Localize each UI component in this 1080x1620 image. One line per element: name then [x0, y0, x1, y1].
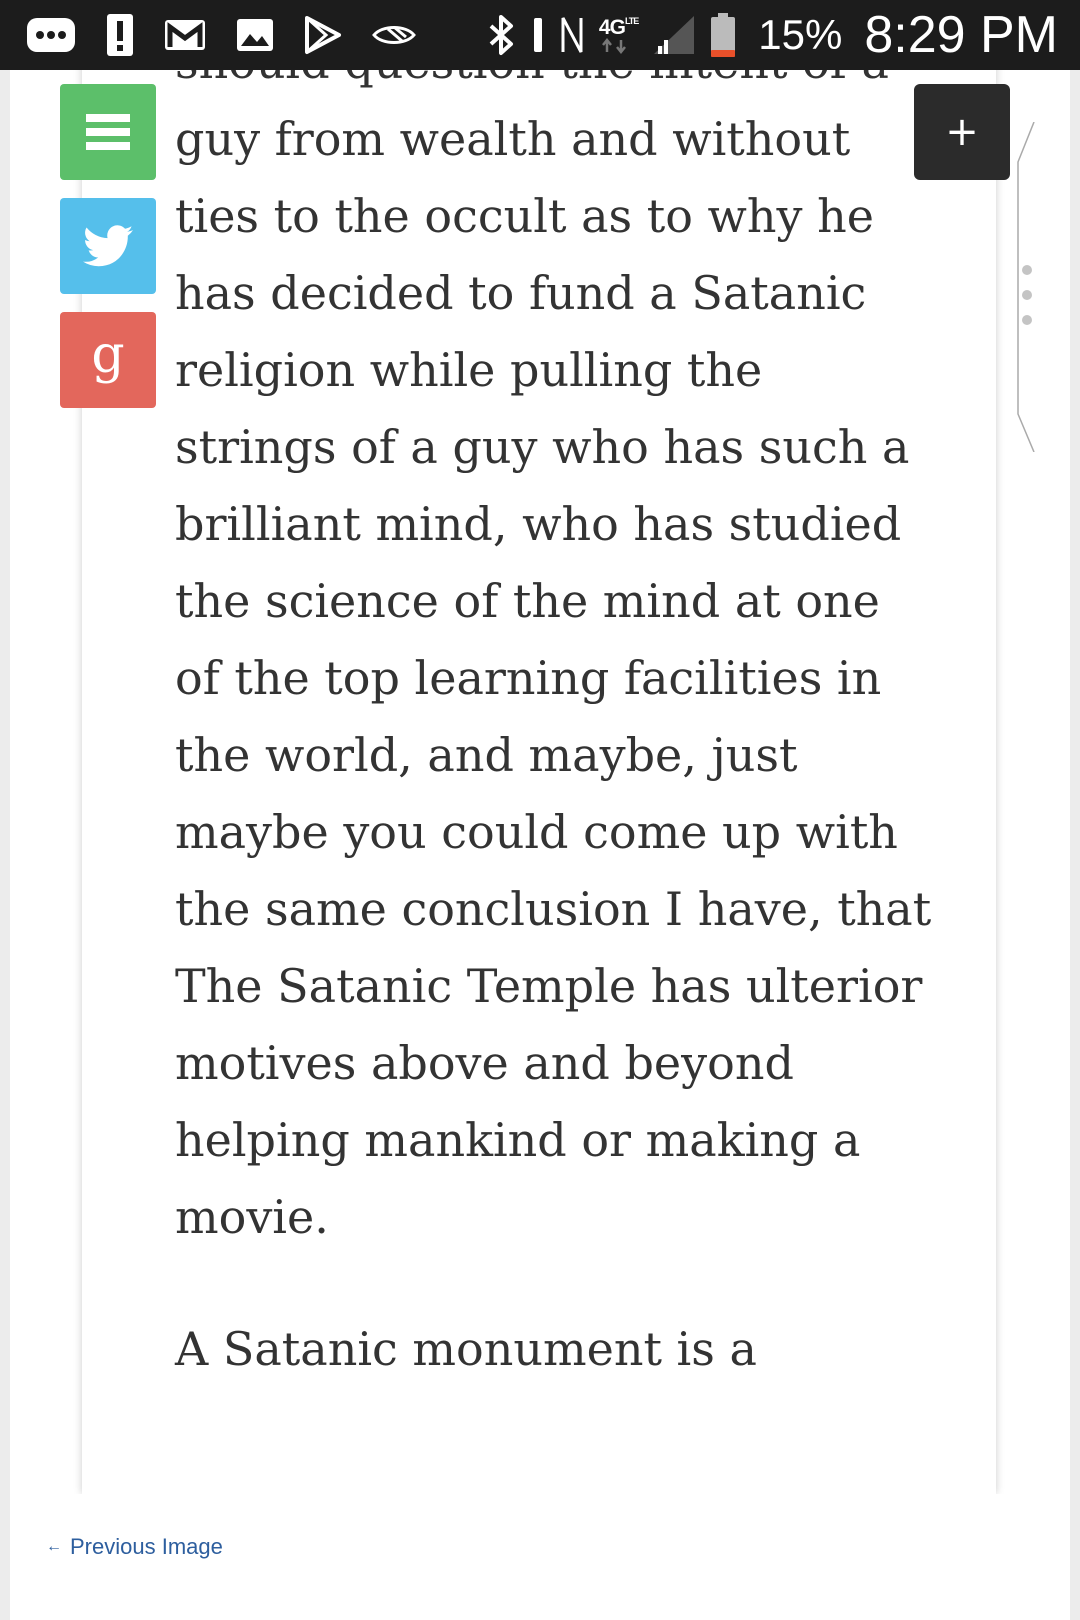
network-indicator: 4GLTE — [598, 12, 639, 58]
google-plus-share-button[interactable]: g — [60, 312, 156, 408]
system-icons: 4GLTE 15% 8:29 PM — [487, 0, 1058, 70]
nfc-icon — [559, 12, 585, 58]
cast-icon — [372, 12, 416, 58]
menu-icon — [86, 114, 130, 150]
article-body: should question the intent of a guy from… — [175, 70, 935, 1443]
battery-icon — [710, 12, 736, 58]
network-sub-label: LTE — [624, 15, 639, 26]
twitter-icon — [83, 225, 133, 267]
google-icon: g — [91, 325, 125, 385]
article-paragraph: should question the intent of a guy from… — [175, 70, 932, 1244]
battery-percentage: 15% — [758, 11, 843, 58]
alert-icon — [106, 12, 134, 58]
side-drawer-handle[interactable] — [1014, 121, 1044, 453]
more-notifications-icon — [26, 12, 76, 58]
plus-icon: + — [945, 109, 979, 155]
article-card: should question the intent of a guy from… — [82, 70, 996, 1494]
vibrate-icon — [531, 12, 545, 58]
signal-icon — [652, 12, 696, 58]
gmail-icon — [164, 12, 206, 58]
plus-button[interactable]: + — [914, 84, 1010, 180]
notification-icons — [26, 12, 416, 58]
article-paragraph: A Satanic monument is a — [175, 1322, 757, 1376]
bluetooth-icon — [487, 12, 517, 58]
share-menu-button[interactable] — [60, 84, 156, 180]
status-bar: 4GLTE 15% 8:29 PM — [0, 0, 1080, 70]
twitter-share-button[interactable] — [60, 198, 156, 294]
arrow-left-icon: ← — [46, 1538, 62, 1555]
play-store-icon — [304, 12, 342, 58]
footer: ← Previous Image — [10, 1494, 1070, 1620]
previous-image-label: Previous Image — [70, 1534, 223, 1559]
gallery-icon — [236, 12, 274, 58]
clock: 8:29 PM — [864, 6, 1058, 64]
network-type-label: 4G — [598, 15, 626, 39]
web-page: should question the intent of a guy from… — [10, 70, 1070, 1620]
previous-image-link[interactable]: ← Previous Image — [46, 1534, 223, 1560]
data-arrows-icon — [601, 37, 626, 54]
